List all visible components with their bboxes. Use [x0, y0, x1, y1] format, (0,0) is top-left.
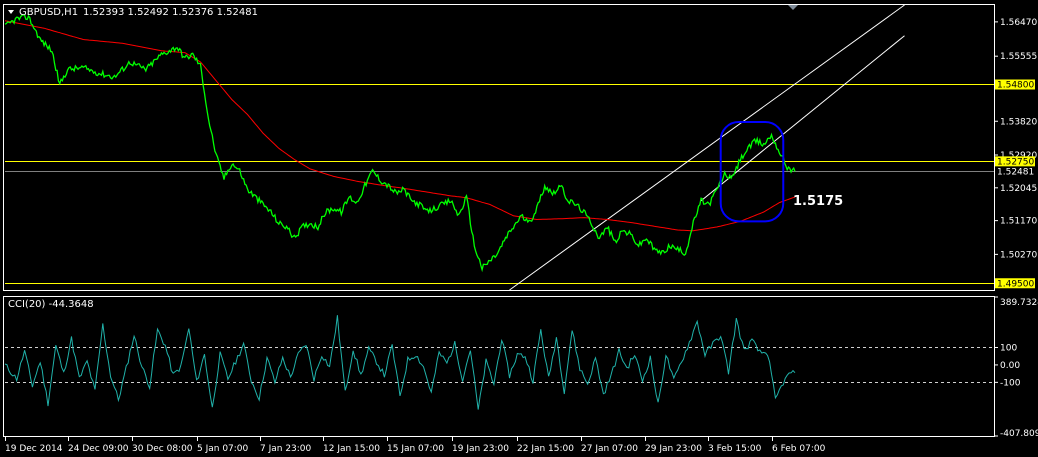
price-plot-area[interactable] [4, 4, 994, 291]
channel-line [509, 4, 905, 291]
level-value-label: 1.52750 [997, 157, 1034, 167]
time-tick-label: 22 Jan 15:00 [517, 444, 574, 454]
time-tick-label: 12 Jan 15:00 [323, 444, 380, 454]
shift-marker-icon[interactable] [788, 5, 798, 10]
price-line [4, 14, 796, 273]
time-tick-label: 19 Jan 23:00 [452, 444, 509, 454]
level-value-label: 1.49500 [997, 279, 1034, 289]
time-tick-label: 24 Dec 09:00 [68, 444, 129, 454]
level-value-label: 1.54800 [997, 81, 1034, 91]
price-tick-label: 1.51170 [1000, 217, 1037, 227]
time-tick-label: 15 Jan 07:00 [387, 444, 444, 454]
cci-tick-label: 100 [1000, 343, 1017, 353]
time-tick-label: 6 Feb 07:00 [772, 444, 826, 454]
symbol-label: GBPUSD,H1 [19, 7, 78, 18]
cci-tick-label: -407.8091 [1000, 429, 1038, 439]
moving-average-line [4, 20, 796, 232]
triangle-down-icon[interactable] [8, 10, 14, 14]
time-tick-label: 7 Jan 23:00 [260, 444, 312, 454]
price-tick-label: 1.50270 [1000, 250, 1037, 260]
price-tick-label: 1.53820 [1000, 117, 1037, 127]
time-axis: 19 Dec 2014 24 Dec 09:00 30 Dec 08:00 5 Jan… [5, 436, 826, 454]
ohlc-values: 1.52393 1.52492 1.52376 1.52481 [83, 7, 258, 18]
cci-tick-label: 0.00 [1000, 361, 1020, 371]
price-axis: 1.564701.555551.538201.529201.520451.511… [994, 18, 1037, 289]
time-tick-label: 19 Dec 2014 [5, 444, 63, 454]
cci-label: CCI(20) -44.3648 [8, 299, 94, 310]
price-tick-label: 1.55555 [1000, 52, 1037, 62]
time-tick-label: 5 Jan 07:00 [197, 444, 249, 454]
price-tick-label: 1.56470 [1000, 18, 1037, 28]
time-tick-label: 27 Jan 07:00 [581, 444, 638, 454]
time-tick-label: 3 Feb 15:00 [708, 444, 762, 454]
level-value-label: 1.52481 [997, 167, 1034, 177]
cci-plot-area[interactable] [4, 315, 994, 410]
cci-line [4, 315, 796, 410]
time-tick-label: 29 Jan 23:00 [645, 444, 702, 454]
time-tick-label: 30 Dec 08:00 [132, 444, 193, 454]
price-tick-label: 1.52045 [1000, 184, 1037, 194]
cci-tick-label: -100 [1000, 378, 1021, 388]
trading-chart: 1.564701.555551.538201.529201.520451.511… [3, 4, 1038, 454]
cci-tick-label: 389.7324 [1000, 298, 1038, 308]
annotation-price-label: 1.5175 [793, 194, 843, 209]
cci-axis: 389.7324 100 0.00 -100 -407.8091 [994, 296, 1038, 439]
